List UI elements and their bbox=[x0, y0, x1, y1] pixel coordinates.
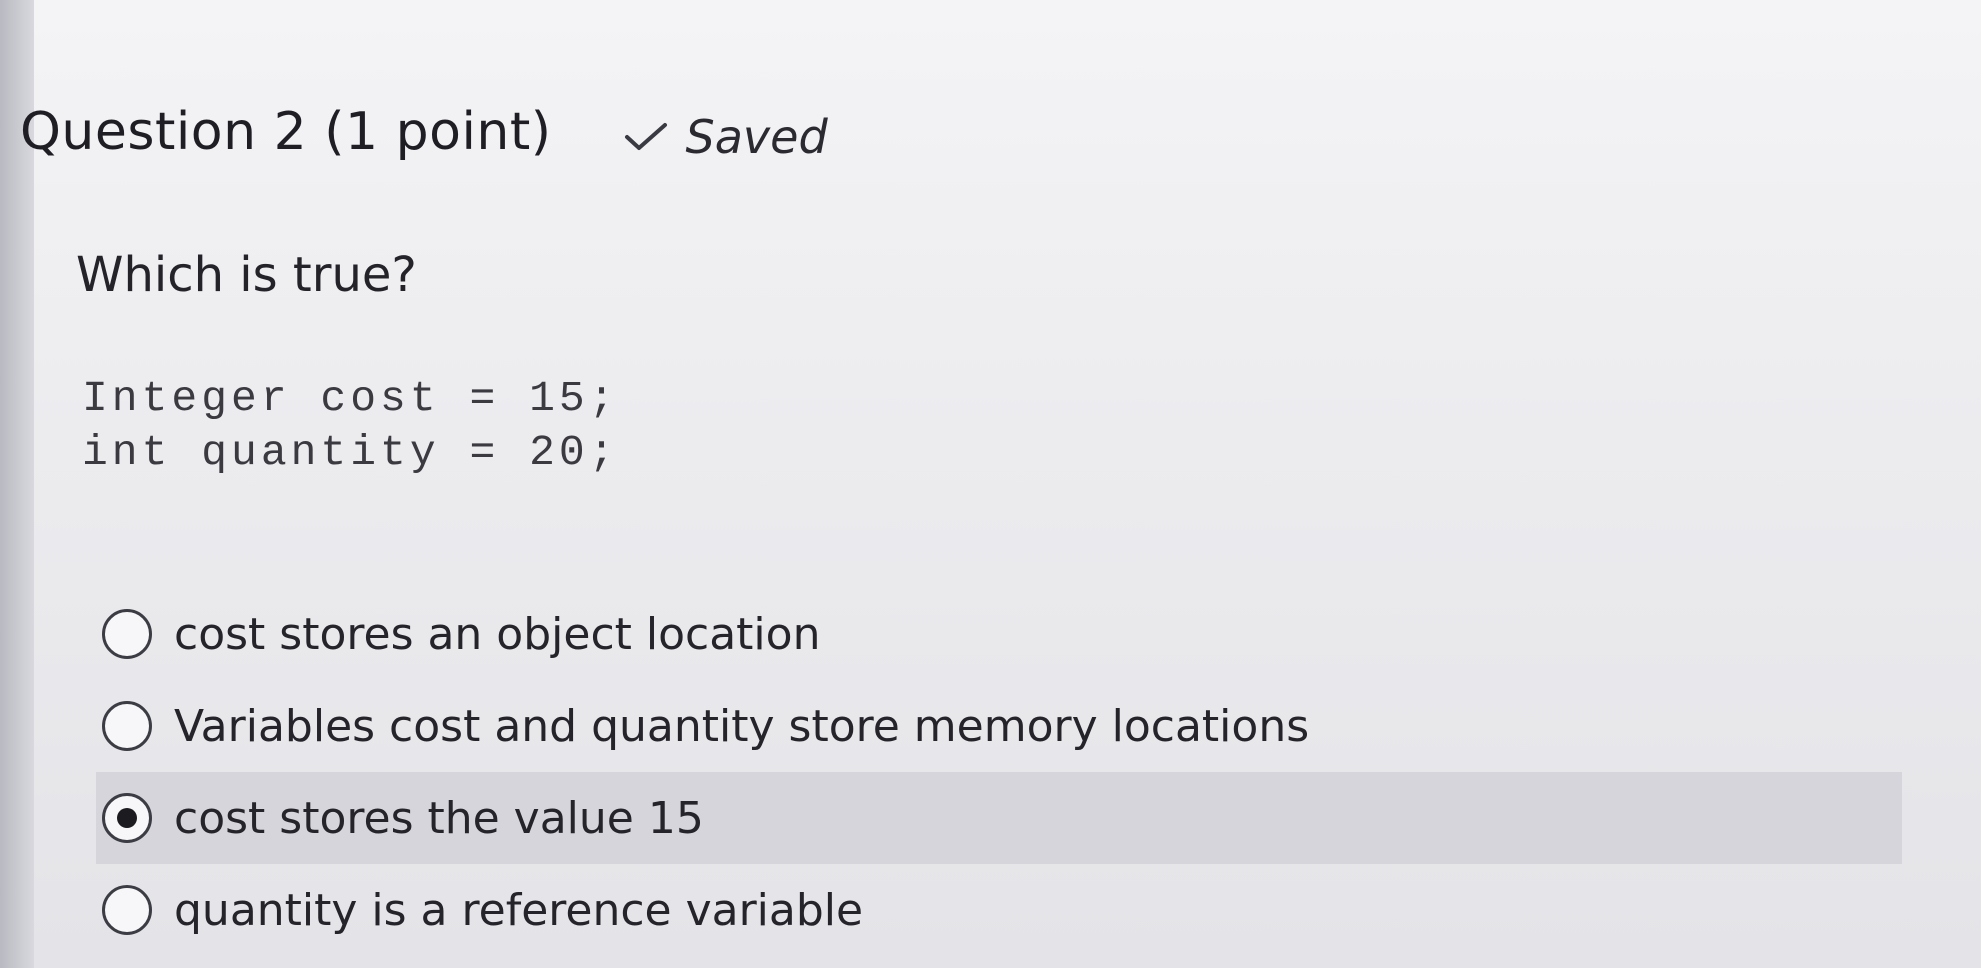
option-label: Variables cost and quantity store memory… bbox=[174, 700, 1310, 752]
radio-button[interactable] bbox=[102, 885, 152, 935]
code-line: Integer cost = 15; bbox=[82, 374, 619, 423]
answer-option-4[interactable]: quantity is a reference variable bbox=[96, 864, 1896, 956]
code-line: int quantity = 20; bbox=[82, 428, 619, 477]
checkmark-icon bbox=[624, 123, 667, 150]
answer-option-1[interactable]: cost stores an object location bbox=[96, 588, 1896, 680]
answer-option-2[interactable]: Variables cost and quantity store memory… bbox=[96, 680, 1896, 772]
question-title: Question 2 (1 point) bbox=[20, 102, 552, 162]
radio-button-selected[interactable] bbox=[102, 793, 152, 843]
answer-options: cost stores an object location Variables… bbox=[96, 588, 1902, 956]
question-prompt: Which is true? bbox=[76, 247, 417, 303]
radio-button[interactable] bbox=[102, 701, 152, 751]
radio-dot-icon bbox=[117, 808, 137, 828]
answer-option-3[interactable]: cost stores the value 15 bbox=[96, 772, 1902, 864]
option-label: cost stores the value 15 bbox=[174, 792, 704, 844]
saved-status: Saved bbox=[624, 110, 828, 164]
option-label: quantity is a reference variable bbox=[174, 884, 864, 936]
question-header: Question 2 (1 point) Saved bbox=[20, 100, 828, 164]
code-snippet: Integer cost = 15; int quantity = 20; bbox=[82, 372, 618, 480]
option-label: cost stores an object location bbox=[174, 608, 821, 660]
radio-button[interactable] bbox=[102, 609, 152, 659]
saved-label: Saved bbox=[685, 110, 828, 164]
